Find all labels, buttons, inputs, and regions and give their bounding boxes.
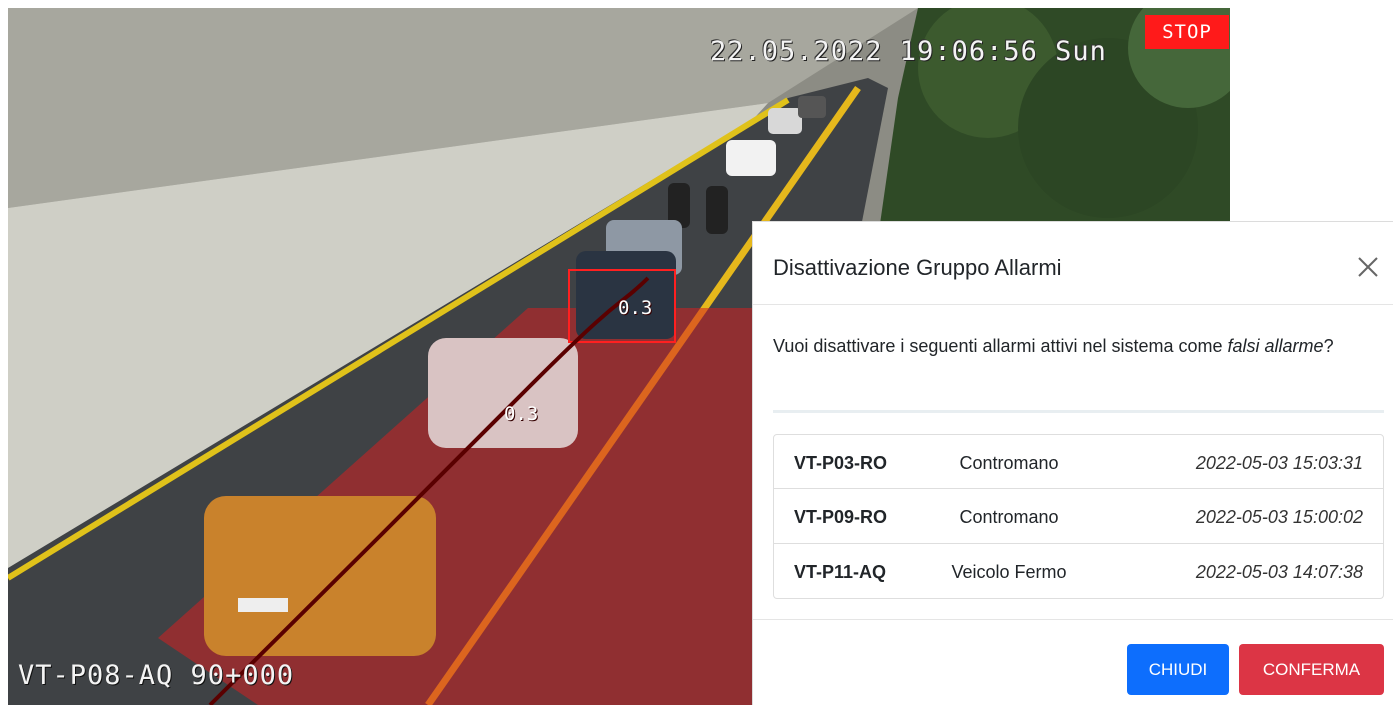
message-suffix: ? [1323, 336, 1334, 356]
close-button[interactable]: CHIUDI [1127, 644, 1229, 695]
camera-label: VT-P08-AQ 90+000 [18, 660, 295, 691]
camera-timestamp: 22.05.2022 19:06:56 Sun [710, 36, 1107, 67]
stop-badge: STOP [1145, 15, 1229, 49]
confirm-button[interactable]: CONFERMA [1239, 644, 1384, 695]
modal-footer: CHIUDI CONFERMA [753, 619, 1393, 706]
alarm-list: VT-P03-RO Contromano 2022-05-03 15:03:31… [773, 434, 1384, 599]
alarm-code: VT-P09-RO [794, 507, 888, 527]
disable-alarms-modal: Disattivazione Gruppo Allarmi Vuoi disat… [752, 221, 1393, 705]
detection-score: 0.3 [504, 403, 539, 425]
alarm-code: VT-P03-RO [794, 453, 888, 473]
alarm-type: Veicolo Fermo [951, 562, 1067, 582]
close-icon[interactable] [1351, 250, 1385, 284]
alarm-type: Contromano [959, 507, 1059, 527]
message-prefix: Vuoi disattivare i seguenti allarmi atti… [773, 336, 1228, 356]
message-emphasis: falsi allarme [1227, 336, 1324, 356]
alarm-time: 2022-05-03 15:03:31 [1195, 453, 1363, 473]
list-item: VT-P03-RO Contromano 2022-05-03 15:03:31 [773, 434, 1384, 489]
alarm-time: 2022-05-03 14:07:38 [1195, 562, 1363, 582]
divider [773, 410, 1384, 413]
modal-header: Disattivazione Gruppo Allarmi [753, 222, 1393, 305]
alarm-time: 2022-05-03 15:00:02 [1195, 507, 1363, 527]
modal-message: Vuoi disattivare i seguenti allarmi atti… [773, 330, 1353, 362]
alarm-type: Contromano [959, 453, 1059, 473]
modal-title: Disattivazione Gruppo Allarmi [773, 255, 1062, 280]
detection-score: 0.3 [618, 297, 653, 319]
list-item: VT-P09-RO Contromano 2022-05-03 15:00:02 [773, 489, 1384, 544]
alarm-code: VT-P11-AQ [794, 562, 887, 582]
list-item: VT-P11-AQ Veicolo Fermo 2022-05-03 14:07… [773, 544, 1384, 599]
